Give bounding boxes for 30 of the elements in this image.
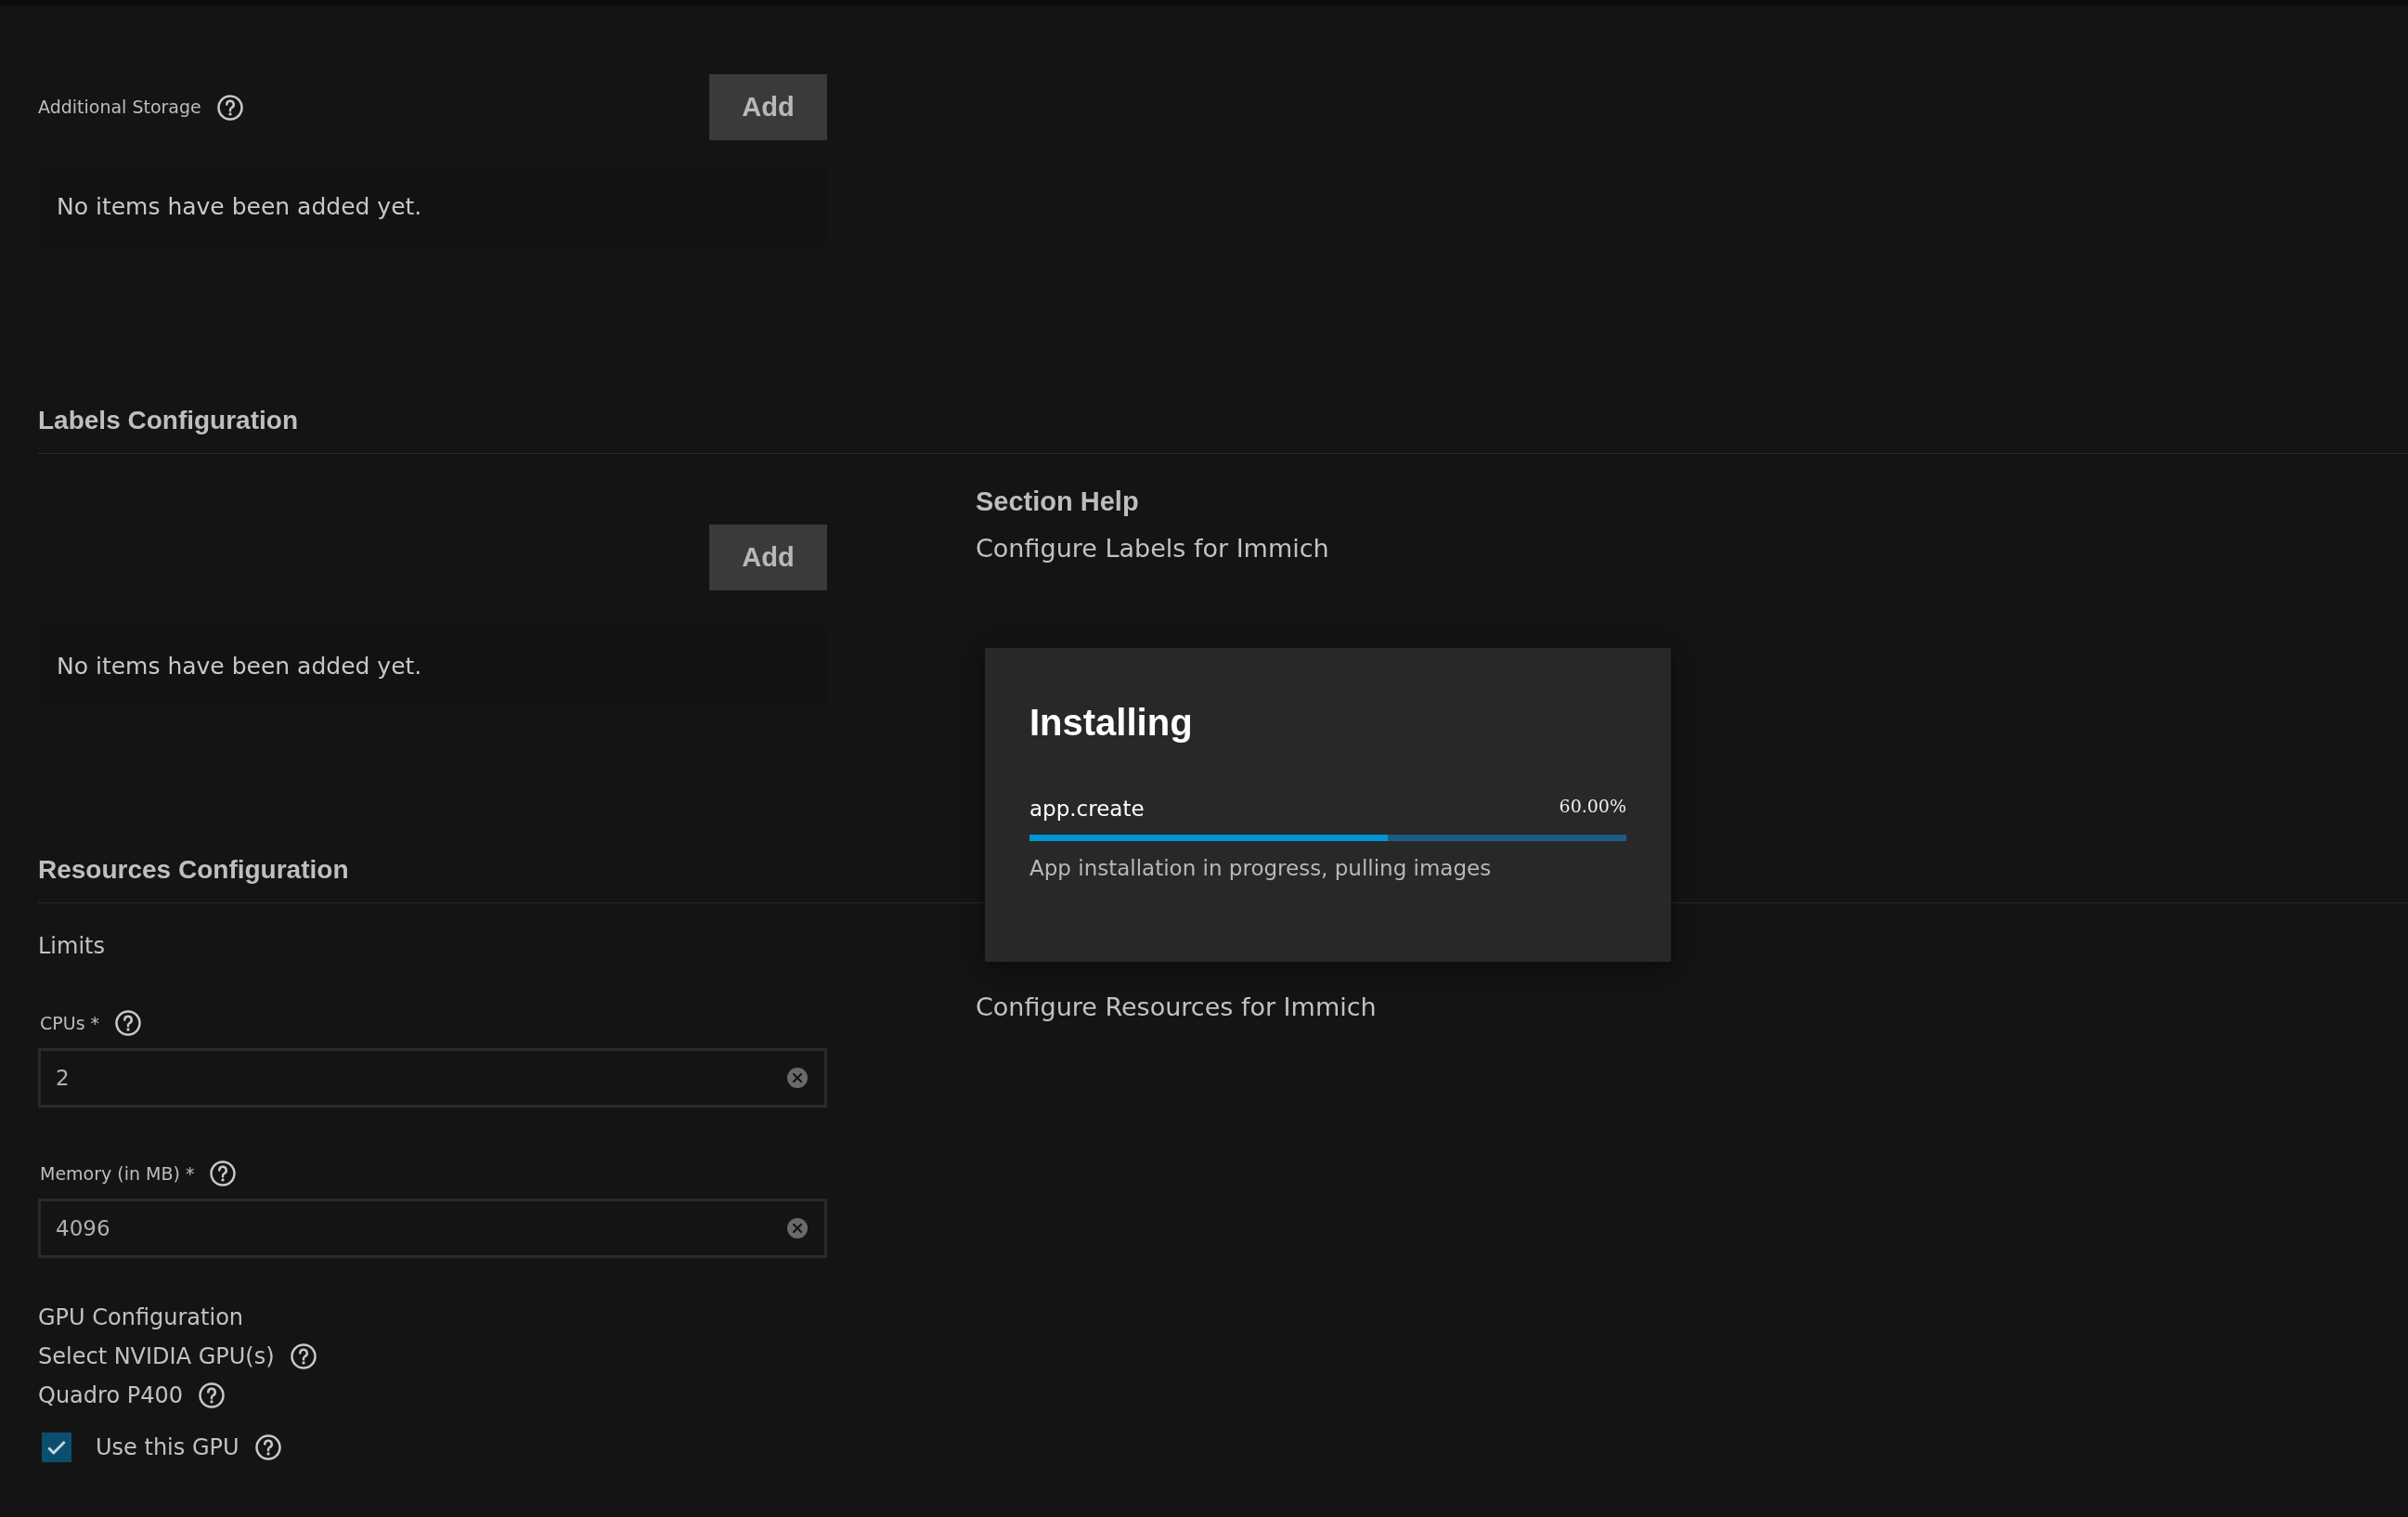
field-label: Additional Storage — [38, 96, 201, 120]
section-title: Resources Configuration — [38, 854, 349, 886]
help-icon[interactable] — [114, 1009, 143, 1037]
group-label: Limits — [38, 932, 106, 961]
help-icon[interactable] — [198, 1381, 226, 1409]
section-help-text: Configure Labels for Immich — [976, 532, 1329, 564]
help-icon[interactable] — [215, 93, 244, 122]
dialog-title: Installing — [1029, 701, 1194, 745]
field-label: Memory (in MB) * — [40, 1161, 195, 1186]
field-label: CPUs * — [40, 1011, 100, 1035]
subsection-title: GPU Configuration — [38, 1303, 245, 1332]
help-icon[interactable] — [209, 1160, 238, 1187]
clear-icon[interactable] — [786, 1067, 809, 1089]
add-button[interactable]: Add — [709, 74, 827, 140]
job-name: app.create — [1029, 796, 1145, 823]
text-input[interactable]: 4096 — [38, 1199, 827, 1258]
text-input[interactable]: 2 — [38, 1048, 827, 1108]
help-icon[interactable] — [253, 1433, 282, 1461]
checkbox[interactable] — [42, 1433, 71, 1462]
section-help-title: Section Help — [976, 486, 1140, 518]
progress-percent: 60.00% — [1559, 795, 1626, 818]
field-label: Select NVIDIA GPU(s) — [38, 1342, 275, 1371]
progress-message: App installation in progress, pulling images — [1029, 854, 1493, 882]
checkbox-label: Use this GPU — [96, 1433, 240, 1462]
add-button[interactable]: Add — [709, 525, 827, 590]
section-title: Labels Configuration — [38, 405, 298, 436]
clear-icon[interactable] — [786, 1217, 809, 1239]
section-help-text: Configure Resources for Immich — [976, 992, 1377, 1023]
help-icon[interactable] — [289, 1342, 317, 1370]
field-label: Quadro P400 — [38, 1381, 183, 1410]
